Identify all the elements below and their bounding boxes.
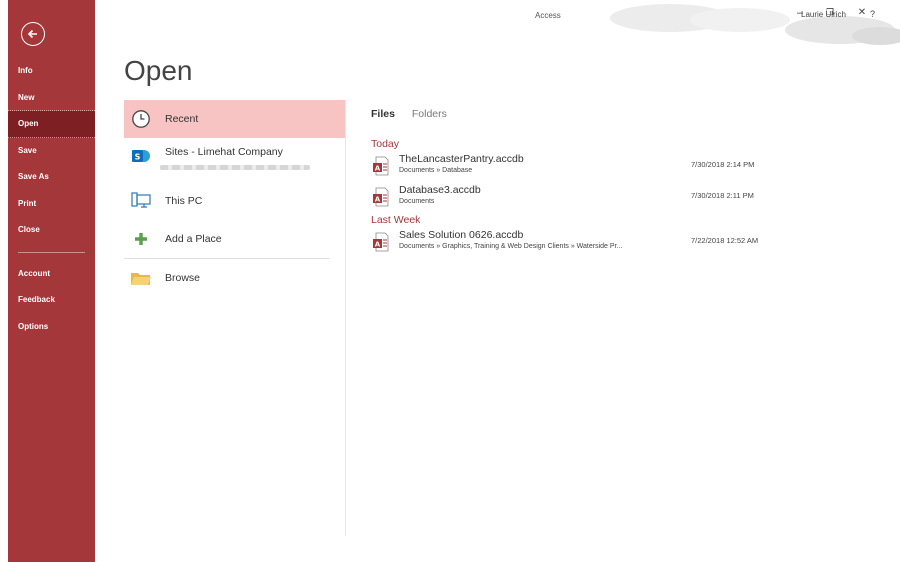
group-header-last-week: Last Week: [371, 214, 421, 226]
location-label: Sites - Limehat Company: [165, 146, 283, 158]
location-this-pc[interactable]: This PC: [124, 182, 346, 220]
back-arrow-icon[interactable]: [21, 22, 45, 46]
redacted-url: [160, 165, 310, 170]
open-locations-list: Recent S Sites - Limehat Company This PC…: [124, 100, 346, 297]
restore-icon[interactable]: ❐: [823, 7, 837, 18]
nav-item-account[interactable]: Account: [8, 261, 95, 288]
file-date: 7/30/2018 2:11 PM: [691, 191, 754, 200]
file-name: Database3.accdb: [399, 184, 481, 196]
folder-icon: [129, 266, 153, 290]
file-name: Sales Solution 0626.accdb: [399, 229, 524, 241]
recent-file-row[interactable]: A Database3.accdb Documents 7/30/2018 2:…: [371, 184, 771, 214]
nav-item-save[interactable]: Save: [8, 138, 95, 165]
minimize-icon[interactable]: –: [793, 7, 807, 19]
app-title: Access: [535, 11, 561, 20]
close-window-icon[interactable]: ✕: [855, 7, 869, 18]
svg-text:A: A: [375, 240, 381, 248]
title-bar: Access Laurie Ulrich ? – ❐ ✕: [95, 0, 900, 45]
page-title: Open: [124, 55, 193, 86]
nav-separator: [18, 251, 85, 253]
nav-item-print[interactable]: Print: [8, 191, 95, 218]
group-header-today: Today: [371, 138, 400, 150]
file-path: Documents » Graphics, Training & Web Des…: [399, 243, 623, 250]
svg-text:A: A: [375, 195, 381, 203]
file-date: 7/30/2018 2:14 PM: [691, 160, 755, 169]
nav-item-close[interactable]: Close: [8, 217, 95, 244]
nav-item-save-as[interactable]: Save As: [8, 164, 95, 191]
nav-item-feedback[interactable]: Feedback: [8, 287, 95, 314]
sharepoint-icon: S: [129, 144, 153, 168]
nav-item-open[interactable]: Open: [8, 111, 95, 138]
tab-folders[interactable]: Folders: [412, 108, 447, 120]
svg-text:A: A: [375, 164, 381, 172]
recent-file-row[interactable]: A Sales Solution 0626.accdb Documents » …: [371, 229, 771, 259]
svg-text:S: S: [135, 153, 141, 162]
location-sites[interactable]: S Sites - Limehat Company: [124, 138, 346, 182]
tab-files[interactable]: Files: [371, 108, 395, 120]
access-file-icon: A: [373, 156, 389, 176]
location-add-place[interactable]: Add a Place: [124, 220, 346, 258]
backstage-nav: Info New Open Save Save As Print Close A…: [8, 0, 95, 562]
file-tabs: Files Folders: [371, 108, 461, 120]
location-label: Recent: [165, 113, 199, 125]
nav-item-new[interactable]: New: [8, 85, 95, 111]
recent-file-row[interactable]: A TheLancasterPantry.accdb Documents » D…: [371, 153, 771, 183]
location-browse[interactable]: Browse: [124, 259, 346, 297]
computer-icon: [129, 189, 153, 213]
file-name: TheLancasterPantry.accdb: [399, 153, 524, 165]
file-path: Documents » Database: [399, 167, 473, 174]
file-path: Documents: [399, 198, 435, 205]
access-file-icon: A: [373, 232, 389, 252]
access-file-icon: A: [373, 187, 389, 207]
plus-icon: [129, 227, 153, 251]
location-label: Add a Place: [165, 233, 222, 245]
location-recent[interactable]: Recent: [124, 100, 346, 138]
location-label: This PC: [165, 195, 203, 207]
nav-item-options[interactable]: Options: [8, 314, 95, 341]
help-icon[interactable]: ?: [870, 9, 875, 19]
clock-icon: [129, 107, 153, 131]
file-date: 7/22/2018 12:52 AM: [691, 236, 759, 245]
title-bar-decoration: [610, 4, 900, 45]
location-label: Browse: [165, 272, 201, 284]
pane-divider: [345, 100, 346, 536]
nav-item-info[interactable]: Info: [8, 58, 95, 85]
